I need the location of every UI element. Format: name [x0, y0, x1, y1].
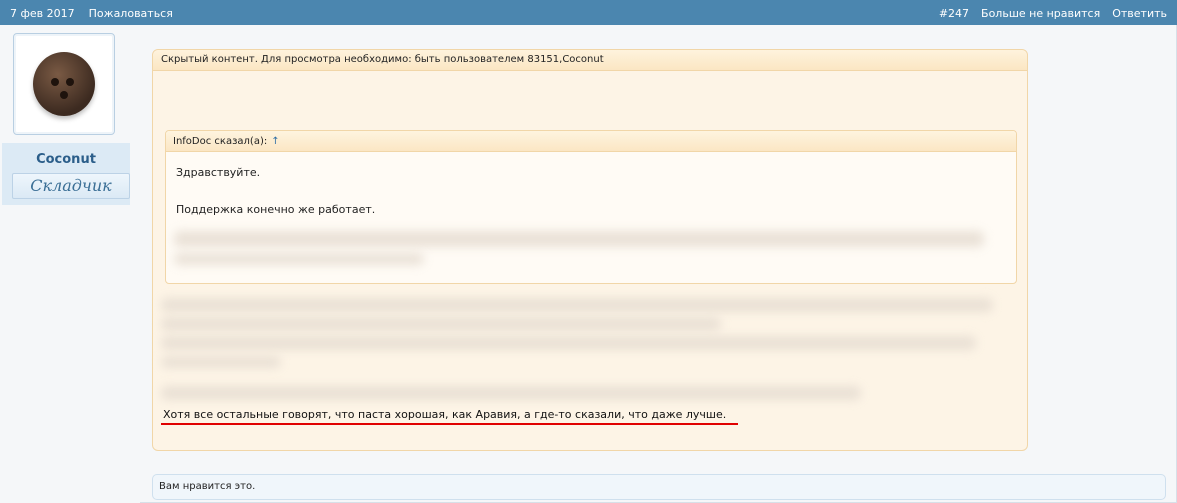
user-sidebar: Coconut Складчик [0, 25, 140, 503]
username[interactable]: Coconut [2, 152, 130, 167]
quote-arrow-icon[interactable]: ↑ [271, 136, 279, 147]
unlike-link[interactable]: Больше не нравится [981, 7, 1100, 20]
blur-line-1 [161, 298, 993, 312]
like-summary-text: Вам нравится это. [159, 481, 256, 492]
blurred-quote-text-2 [174, 253, 424, 265]
blur-line-3 [161, 336, 976, 350]
red-underline [161, 423, 738, 425]
post-final-line: Хотя все остальные говорят, что паста хо… [163, 408, 727, 421]
report-link[interactable]: Пожаловаться [89, 7, 173, 20]
reply-link[interactable]: Ответить [1112, 7, 1167, 20]
quote-line-1: Здравствуйте. [176, 166, 261, 179]
quote-line-2: Поддержка конечно же работает. [176, 203, 376, 216]
blur-line-5 [161, 386, 861, 400]
post-date: 7 фев 2017 [10, 7, 75, 20]
quote-header: InfoDoc сказал(а): ↑ [166, 131, 1016, 152]
post-topbar: 7 фев 2017 Пожаловаться #247 Больше не н… [0, 0, 1177, 25]
blurred-post-text [161, 298, 1001, 404]
like-summary-bar: Вам нравится это. [152, 474, 1166, 500]
avatar[interactable] [13, 33, 115, 135]
quote-block: InfoDoc сказал(а): ↑ Здравствуйте. Поддер… [165, 130, 1017, 284]
post-number-link[interactable]: #247 [939, 7, 969, 20]
post-content: Скрытый контент. Для просмотра необходим… [152, 49, 1028, 451]
quote-author: InfoDoc сказал(а): ↑ [173, 136, 280, 147]
quote-author-text: InfoDoc сказал(а): [173, 136, 268, 147]
coconut-avatar-image [33, 52, 95, 116]
blur-line-4 [161, 356, 281, 368]
blurred-quote-text [174, 231, 984, 247]
blur-line-2 [161, 317, 721, 331]
hidden-content-notice: Скрытый контент. Для просмотра необходим… [161, 54, 604, 65]
user-info: Coconut Складчик [2, 143, 130, 205]
user-title-badge: Складчик [12, 173, 130, 199]
hidden-content-header: Скрытый контент. Для просмотра необходим… [153, 50, 1027, 71]
